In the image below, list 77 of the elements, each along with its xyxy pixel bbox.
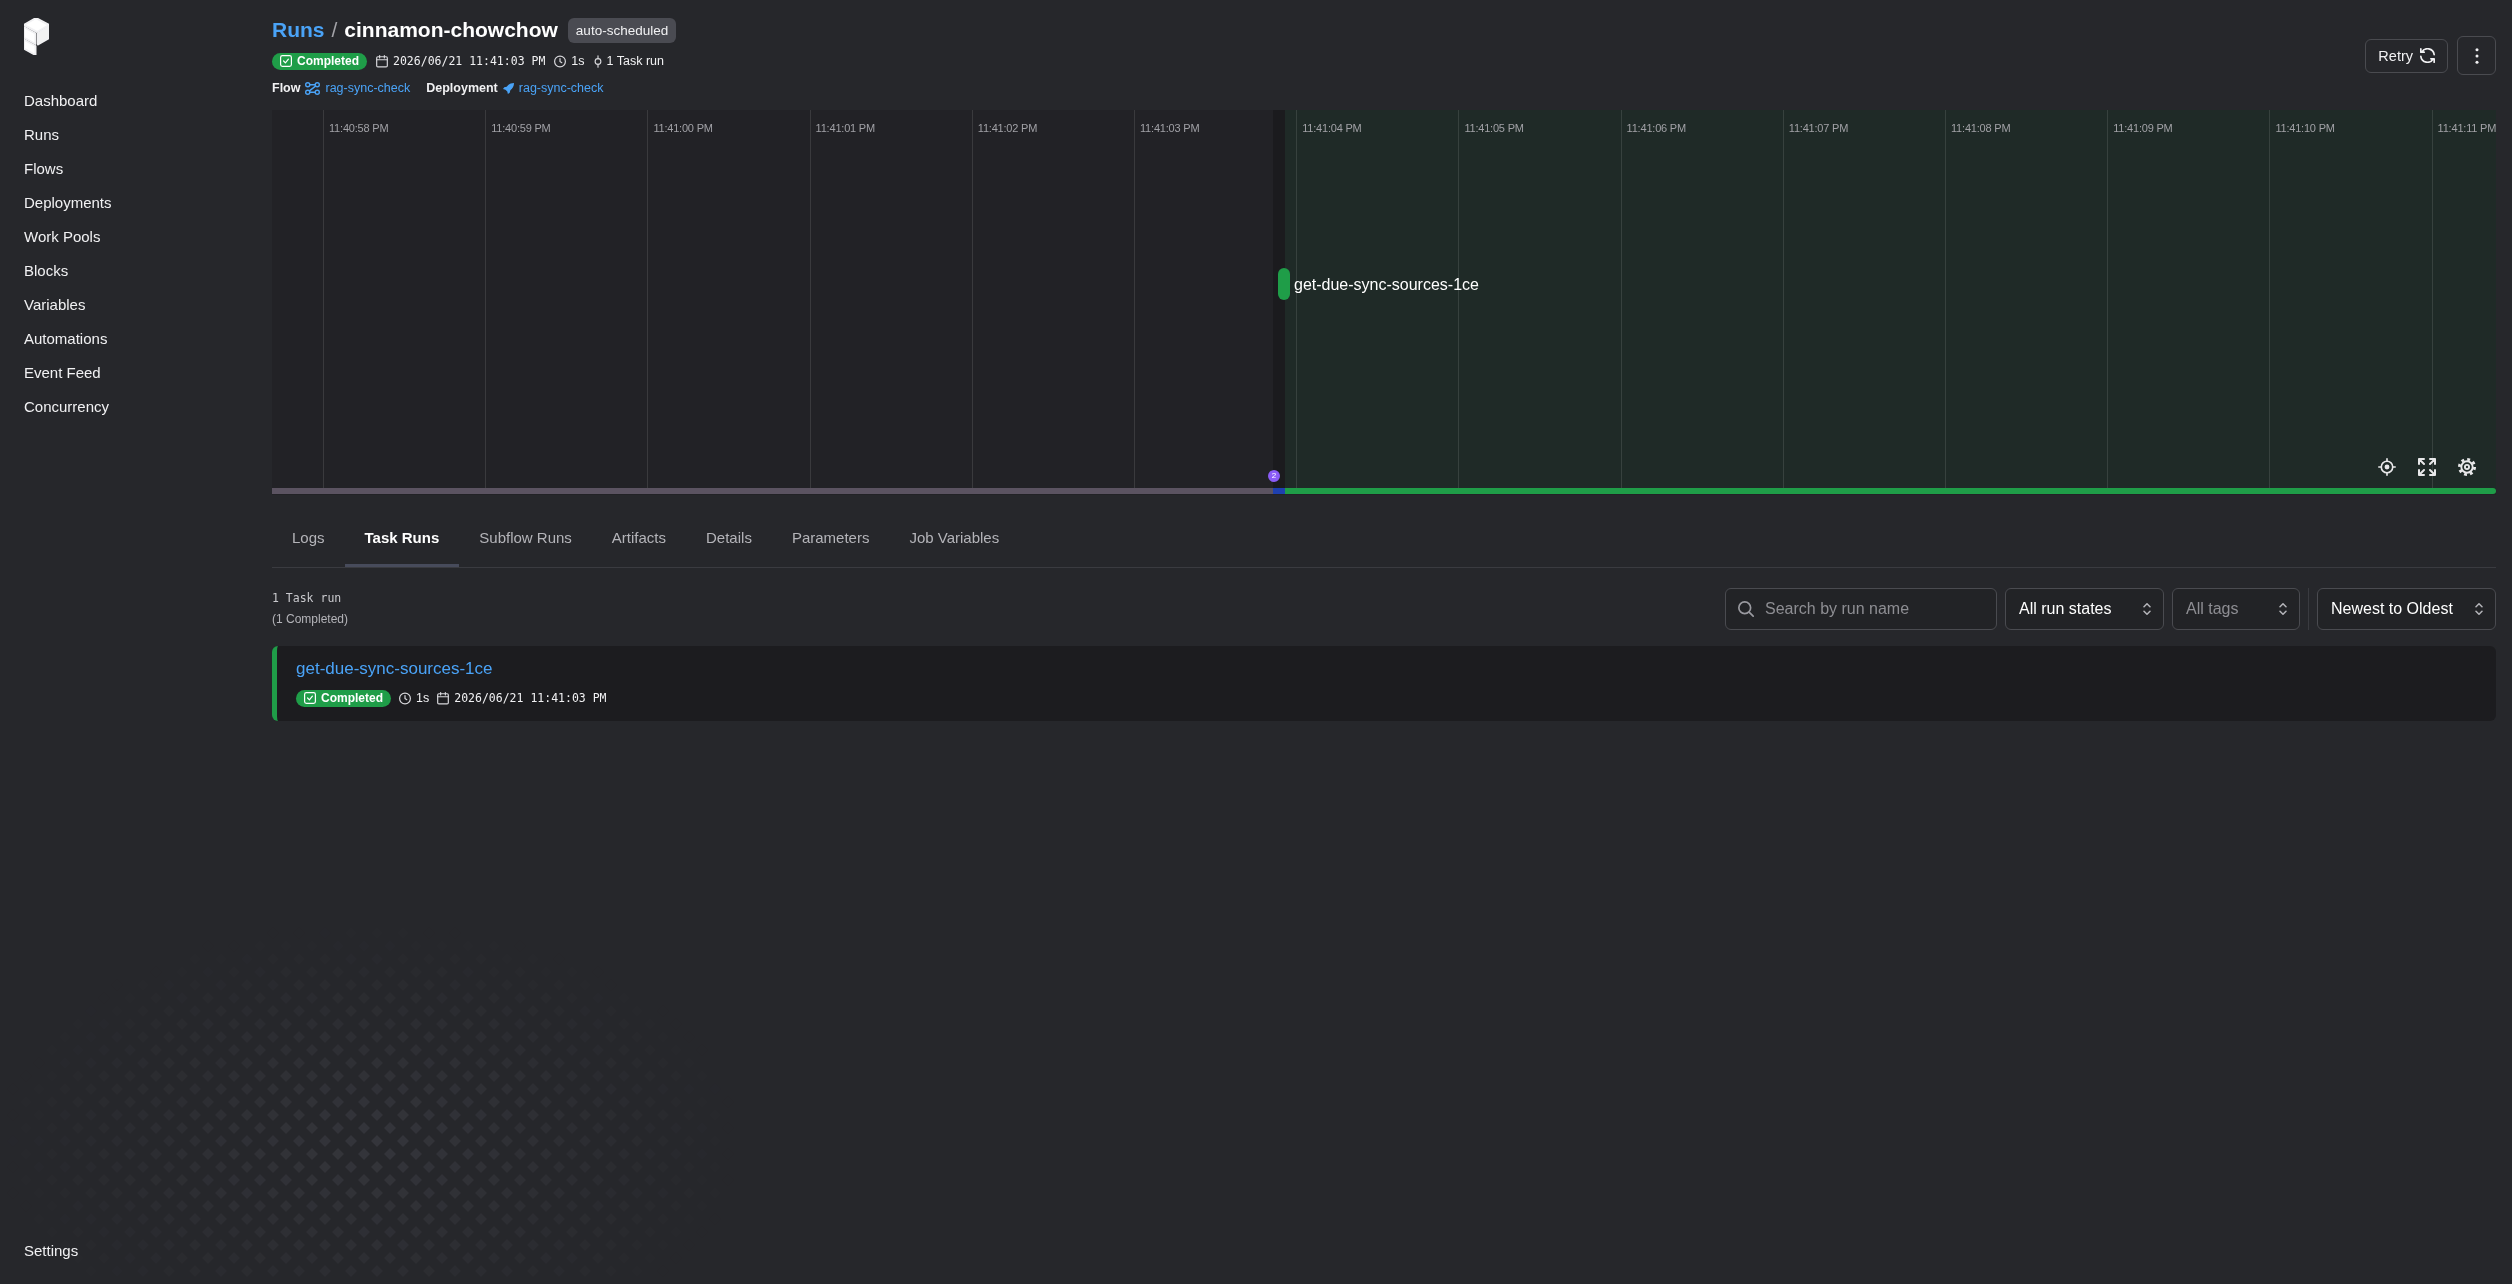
deployment-label: Deployment — [426, 81, 498, 95]
nav-link[interactable]: Concurrency — [24, 390, 110, 424]
fullscreen-icon[interactable] — [2418, 458, 2436, 476]
task-run-link[interactable]: get-due-sync-sources-1ce — [296, 658, 493, 680]
retry-button[interactable]: Retry — [2365, 38, 2448, 73]
flow-link[interactable]: rag-sync-check — [325, 81, 411, 95]
tab[interactable]: Job Variables — [889, 510, 1020, 567]
node-label: get-due-sync-sources-1ce — [1294, 275, 1479, 295]
time-label: 11:41:04 PM — [1302, 121, 1362, 135]
sort-caret-icon — [2279, 603, 2287, 615]
tab[interactable]: Task Runs — [344, 510, 460, 567]
ring-icon — [593, 54, 602, 68]
calendar-icon — [376, 54, 388, 68]
start-time: 2026/06/21 11:41:03 PM — [393, 54, 546, 68]
sort-select[interactable]: Newest to Oldest — [2317, 588, 2496, 630]
nav-link[interactable]: Flows — [24, 152, 64, 186]
rocket-icon — [502, 82, 514, 94]
state-label: Completed — [321, 691, 383, 705]
time-label: 11:41:05 PM — [1464, 121, 1524, 135]
nav-link[interactable]: Runs — [24, 118, 60, 152]
nav-link[interactable]: Settings — [24, 1234, 79, 1268]
sort-caret-icon — [2143, 603, 2151, 615]
state-label: Completed — [297, 54, 359, 68]
tab[interactable]: Details — [686, 510, 772, 567]
start-time: 2026/06/21 11:41:03 PM — [454, 691, 607, 705]
check-icon — [304, 692, 316, 704]
nav-link[interactable]: Dashboard — [24, 84, 98, 118]
recenter-icon[interactable] — [2378, 458, 2396, 476]
nav-link[interactable]: Work Pools — [24, 220, 101, 254]
event-count-badge[interactable]: 2 — [1268, 470, 1280, 482]
duration-text: 1s — [416, 691, 430, 705]
breadcrumb-separator: / — [331, 17, 338, 43]
time-label: 11:41:02 PM — [977, 121, 1038, 135]
run-count: 1 Task run — [272, 590, 343, 607]
state-filter-select[interactable]: All run states — [2005, 588, 2164, 630]
breadcrumb-link[interactable]: Runs — [272, 16, 325, 44]
time-label: 11:41:10 PM — [2275, 121, 2335, 135]
nodes-icon — [305, 81, 321, 95]
time-label: 11:40:59 PM — [491, 121, 551, 135]
tab[interactable]: Subflow Runs — [459, 510, 592, 567]
tab[interactable]: Parameters — [771, 510, 890, 567]
page-title: cinnamon-chowchow — [344, 17, 558, 43]
time-label: 11:41:00 PM — [653, 121, 713, 135]
search-field[interactable]: Search by run name — [1725, 588, 1997, 630]
search-icon — [1738, 601, 1754, 617]
time-label: 11:41:06 PM — [1626, 121, 1686, 135]
flow-label: Flow — [272, 81, 301, 95]
run-summary: (1 Completed) — [272, 611, 349, 628]
nav-link[interactable]: Deployments — [24, 186, 112, 220]
nav-link[interactable]: Variables — [24, 288, 86, 322]
time-label: 11:41:09 PM — [2113, 121, 2173, 135]
tag-filter-select[interactable]: All tags — [2172, 588, 2300, 630]
clock-icon — [554, 54, 567, 68]
tab[interactable]: Logs — [272, 510, 345, 567]
task-run-count: 1 Task run — [606, 54, 664, 68]
time-label: 11:41:03 PM — [1140, 121, 1200, 135]
time-label: 11:41:08 PM — [1951, 121, 2011, 135]
nav-link[interactable]: Event Feed — [24, 356, 101, 390]
nav-link[interactable]: Blocks — [24, 254, 69, 288]
task-run-bar[interactable] — [1278, 268, 1290, 300]
nav-link[interactable]: Automations — [24, 322, 108, 356]
time-label: 11:40:58 PM — [329, 121, 389, 135]
check-icon — [280, 55, 292, 67]
time-label: 11:41:01 PM — [815, 121, 875, 135]
schedule-tag: auto-scheduled — [567, 17, 677, 43]
settings-icon[interactable] — [2458, 458, 2476, 476]
more-icon — [2474, 47, 2479, 64]
calendar-icon — [437, 691, 450, 705]
sort-caret-icon — [2475, 603, 2483, 615]
logo-icon[interactable] — [24, 18, 49, 55]
clock-icon — [399, 691, 411, 705]
deployment-link[interactable]: rag-sync-check — [518, 81, 604, 95]
time-label: 11:41:07 PM — [1788, 121, 1849, 135]
time-label: 11:41:11 PM — [2437, 121, 2497, 135]
duration-text: 1s — [571, 54, 585, 68]
refresh-icon — [2420, 48, 2435, 63]
tab[interactable]: Artifacts — [591, 510, 687, 567]
